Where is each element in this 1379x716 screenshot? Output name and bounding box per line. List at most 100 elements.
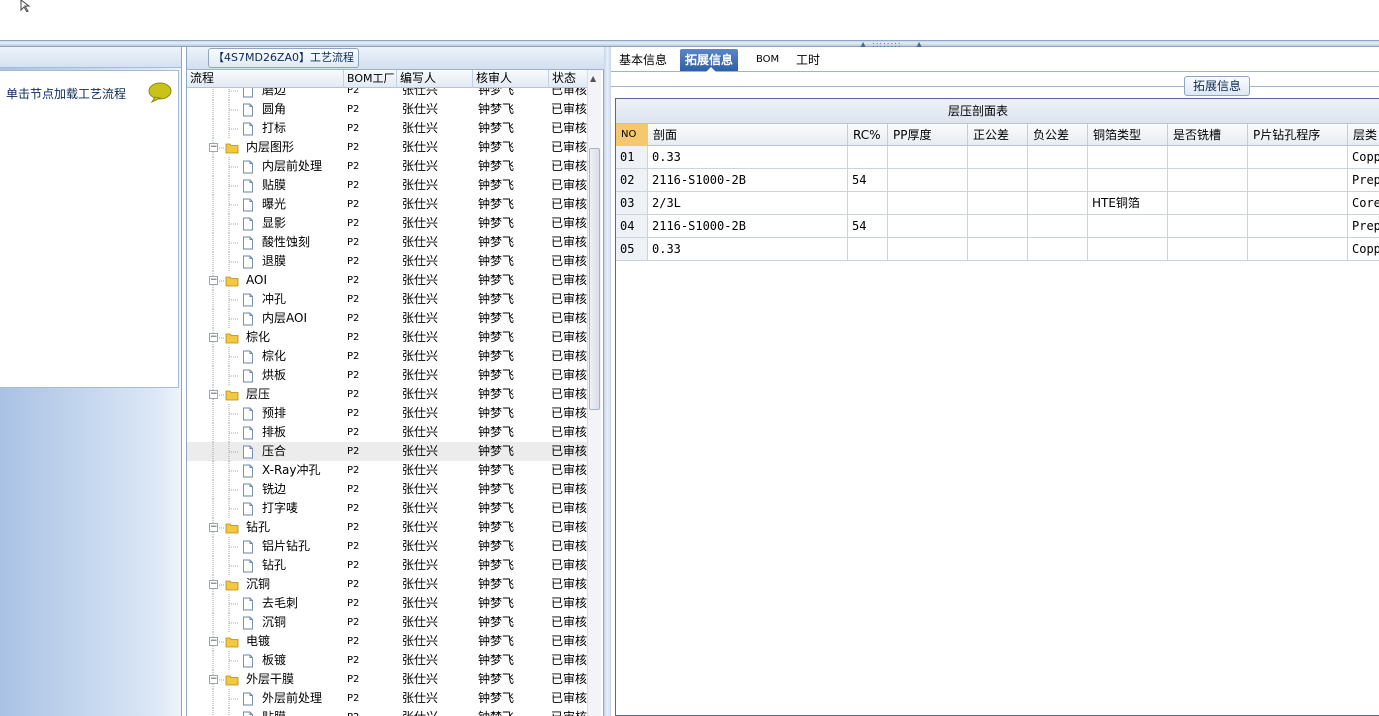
process-flow-title[interactable]: 【4S7MD26ZA0】工艺流程	[208, 48, 359, 68]
column-header-rc[interactable]: RC%	[848, 124, 888, 146]
rc-cell[interactable]: 54	[848, 215, 888, 237]
tree-node[interactable]: 圆角	[187, 100, 345, 119]
foil-type-cell[interactable]	[1088, 238, 1168, 260]
pp-thickness-cell[interactable]	[888, 192, 968, 214]
tree-node[interactable]: 去毛刺	[187, 594, 345, 613]
vertical-scrollbar[interactable]: ▲	[587, 70, 601, 716]
tree-step-row[interactable]: 磨边 P2 张仕兴 钟梦飞 已审核	[187, 88, 587, 100]
tree-step-row[interactable]: 钻孔 P2 张仕兴 钟梦飞 已审核	[187, 556, 587, 575]
column-header-layer-type[interactable]: 层类	[1348, 124, 1379, 146]
collapse-icon[interactable]: −	[209, 675, 218, 684]
tree-node[interactable]: 打字唛	[187, 499, 345, 518]
tree-node[interactable]: 内层AOI	[187, 309, 345, 328]
tree-node[interactable]: 压合	[187, 442, 345, 461]
minus-tolerance-cell[interactable]	[1028, 238, 1088, 260]
layer-type-cell[interactable]: Core	[1348, 192, 1379, 214]
tree-node[interactable]: − 外层干膜	[187, 670, 345, 689]
tree-node[interactable]: − 内层图形	[187, 138, 345, 157]
tree-node[interactable]: 酸性蚀刻	[187, 233, 345, 252]
column-header-status[interactable]: 状态	[549, 70, 587, 88]
tree-node[interactable]: − 棕化	[187, 328, 345, 347]
tree-step-row[interactable]: 沉铜 P2 张仕兴 钟梦飞 已审核	[187, 613, 587, 632]
slot-cell[interactable]	[1168, 169, 1248, 191]
tree-node[interactable]: 退膜	[187, 252, 345, 271]
foil-type-cell[interactable]	[1088, 169, 1168, 191]
tree-node[interactable]: − 电镀	[187, 632, 345, 651]
tree-step-row[interactable]: 打标 P2 张仕兴 钟梦飞 已审核	[187, 119, 587, 138]
drill-program-cell[interactable]	[1248, 192, 1348, 214]
layer-type-cell[interactable]: Prep	[1348, 169, 1379, 191]
tree-step-row[interactable]: 打字唛 P2 张仕兴 钟梦飞 已审核	[187, 499, 587, 518]
foil-type-cell[interactable]: HTE铜箔	[1088, 192, 1168, 214]
column-header-minus-tolerance[interactable]: 负公差	[1028, 124, 1088, 146]
pp-thickness-cell[interactable]	[888, 215, 968, 237]
plus-tolerance-cell[interactable]	[968, 192, 1028, 214]
collapse-icon[interactable]: −	[209, 276, 218, 285]
tree-step-row[interactable]: X-Ray冲孔 P2 张仕兴 钟梦飞 已审核	[187, 461, 587, 480]
slot-cell[interactable]	[1168, 192, 1248, 214]
tree-folder-row[interactable]: − 电镀 P2 张仕兴 钟梦飞 已审核	[187, 632, 587, 651]
column-header-checker[interactable]: 核审人	[473, 70, 549, 88]
profile-cell[interactable]: 2/3L	[648, 192, 848, 214]
tree-node[interactable]: 曝光	[187, 195, 345, 214]
tree-folder-row[interactable]: − 外层干膜 P2 张仕兴 钟梦飞 已审核	[187, 670, 587, 689]
tree-node[interactable]: − 沉铜	[187, 575, 345, 594]
tree-folder-row[interactable]: − 钻孔 P2 张仕兴 钟梦飞 已审核	[187, 518, 587, 537]
extended-info-title[interactable]: 拓展信息	[1184, 76, 1250, 96]
profile-cell[interactable]: 0.33	[648, 146, 848, 168]
foil-type-cell[interactable]	[1088, 146, 1168, 168]
drill-program-cell[interactable]	[1248, 146, 1348, 168]
tree-node[interactable]: 外层前处理	[187, 689, 345, 708]
drill-program-cell[interactable]	[1248, 215, 1348, 237]
tree-node[interactable]: 冲孔	[187, 290, 345, 309]
tree-node[interactable]: 沉铜	[187, 613, 345, 632]
plus-tolerance-cell[interactable]	[968, 169, 1028, 191]
slot-cell[interactable]	[1168, 146, 1248, 168]
profile-cell[interactable]: 2116-S1000-2B	[648, 169, 848, 191]
tree-step-row[interactable]: 烘板 P2 张仕兴 钟梦飞 已审核	[187, 366, 587, 385]
scroll-up-icon[interactable]: ▲	[590, 74, 596, 83]
column-header-factory[interactable]: BOM工厂	[344, 70, 397, 88]
tree-step-row[interactable]: 预排 P2 张仕兴 钟梦飞 已审核	[187, 404, 587, 423]
tree-step-row[interactable]: 外层前处理 P2 张仕兴 钟梦飞 已审核	[187, 689, 587, 708]
column-header-profile[interactable]: 剖面	[648, 124, 848, 146]
collapse-icon[interactable]: −	[209, 390, 218, 399]
profile-cell[interactable]: 0.33	[648, 238, 848, 260]
tree-step-row[interactable]: 贴膜 P2 张仕兴 钟梦飞 已审核	[187, 176, 587, 195]
minus-tolerance-cell[interactable]	[1028, 146, 1088, 168]
no-cell[interactable]: 02	[616, 169, 648, 191]
tree-node[interactable]: X-Ray冲孔	[187, 461, 345, 480]
tree-node[interactable]: 磨边	[187, 88, 345, 100]
tree-step-row[interactable]: 退膜 P2 张仕兴 钟梦飞 已审核	[187, 252, 587, 271]
tab-work-hours[interactable]: 工时	[791, 49, 825, 71]
no-cell[interactable]: 05	[616, 238, 648, 260]
tree-node[interactable]: 铣边	[187, 480, 345, 499]
tree-step-row[interactable]: 酸性蚀刻 P2 张仕兴 钟梦飞 已审核	[187, 233, 587, 252]
column-header-drill-program[interactable]: P片钻孔程序	[1248, 124, 1348, 146]
tree-node[interactable]: 打标	[187, 119, 345, 138]
rc-cell[interactable]	[848, 146, 888, 168]
tree-folder-row[interactable]: − 棕化 P2 张仕兴 钟梦飞 已审核	[187, 328, 587, 347]
tree-node[interactable]: 铝片钻孔	[187, 537, 345, 556]
tree-step-row[interactable]: 压合 P2 张仕兴 钟梦飞 已审核	[187, 442, 587, 461]
no-cell[interactable]: 04	[616, 215, 648, 237]
slot-cell[interactable]	[1168, 238, 1248, 260]
table-row[interactable]: 01 0.33 Copp	[616, 146, 1379, 169]
tree-step-row[interactable]: 去毛刺 P2 张仕兴 钟梦飞 已审核	[187, 594, 587, 613]
pp-thickness-cell[interactable]	[888, 238, 968, 260]
column-header-foil-type[interactable]: 铜箔类型	[1088, 124, 1168, 146]
collapse-icon[interactable]: −	[209, 580, 218, 589]
tree-folder-row[interactable]: − 内层图形 P2 张仕兴 钟梦飞 已审核	[187, 138, 587, 157]
rc-cell[interactable]	[848, 192, 888, 214]
collapse-icon[interactable]: −	[209, 523, 218, 532]
pp-thickness-cell[interactable]	[888, 169, 968, 191]
tree-node[interactable]: 预排	[187, 404, 345, 423]
profile-cell[interactable]: 2116-S1000-2B	[648, 215, 848, 237]
tree-step-row[interactable]: 圆角 P2 张仕兴 钟梦飞 已审核	[187, 100, 587, 119]
layer-type-cell[interactable]: Copp	[1348, 146, 1379, 168]
tab-extended-info[interactable]: 拓展信息	[680, 49, 739, 72]
tree-node[interactable]: 钻孔	[187, 556, 345, 575]
pp-thickness-cell[interactable]	[888, 146, 968, 168]
tree-node[interactable]: 排板	[187, 423, 345, 442]
tree-node[interactable]: 板镀	[187, 651, 345, 670]
